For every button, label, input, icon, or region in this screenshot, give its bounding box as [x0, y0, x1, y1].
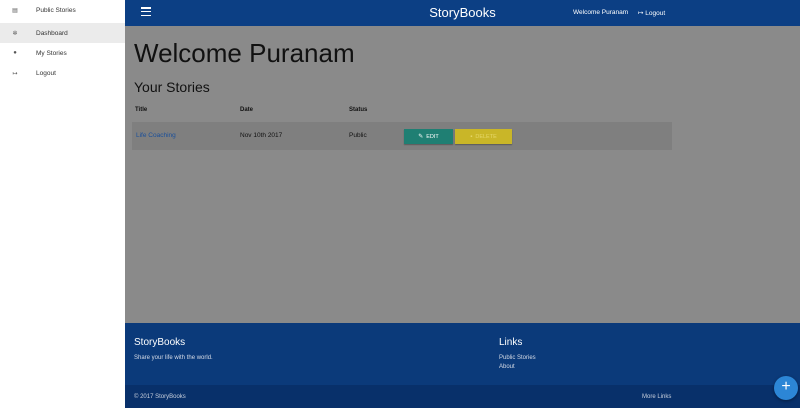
column-header-date: Date: [240, 107, 254, 113]
top-navbar: StoryBooks Welcome Puranam ↦ Logout: [125, 0, 800, 26]
delete-label: DELETE: [475, 133, 497, 140]
sidebar-item-label: Logout: [36, 69, 56, 77]
page-title: Welcome Puranam: [134, 38, 355, 68]
footer-copyright-bar: © 2017 StoryBooks More Links: [125, 385, 800, 408]
sidebar-item-label: My Stories: [36, 49, 67, 57]
logout-label: Logout: [645, 10, 666, 17]
footer-link-public-stories[interactable]: Public Stories: [499, 355, 536, 361]
sidebar-item-public-stories[interactable]: ▤ Public Stories: [0, 0, 125, 20]
delete-button[interactable]: ▪ DELETE: [455, 129, 512, 144]
more-links-link[interactable]: More Links: [642, 394, 671, 400]
main-content: Welcome Puranam Your Stories Title Date …: [125, 26, 800, 323]
footer-link-about[interactable]: About: [499, 364, 515, 370]
footer-brand: StoryBooks: [134, 337, 186, 348]
story-title-link[interactable]: Life Coaching: [136, 132, 176, 139]
sidebar-item-label: Dashboard: [36, 29, 68, 37]
add-story-button[interactable]: +: [774, 376, 798, 400]
footer: StoryBooks Share your life with the worl…: [125, 323, 800, 385]
sidebar-item-label: Public Stories: [36, 6, 76, 14]
sign-out-icon: ↦: [638, 10, 644, 17]
sign-out-icon: ↦: [12, 70, 18, 77]
column-header-status: Status: [349, 107, 368, 113]
sidebar-item-logout[interactable]: ↦ Logout: [0, 63, 125, 83]
welcome-text: Welcome Puranam: [573, 9, 629, 16]
story-date: Nov 10th 2017: [240, 132, 283, 139]
brand-logo[interactable]: StoryBooks: [125, 5, 800, 20]
table-row: [132, 122, 672, 150]
gear-icon: ✲: [12, 30, 18, 37]
footer-tagline: Share your life with the world.: [134, 355, 213, 361]
column-header-title: Title: [135, 107, 148, 113]
copyright-text: © 2017 StoryBooks: [134, 394, 186, 400]
sidebar-item-my-stories[interactable]: ● My Stories: [0, 43, 125, 63]
trash-icon: ▪: [470, 133, 473, 140]
sidebar-item-dashboard[interactable]: ✲ Dashboard: [0, 23, 125, 43]
user-icon: ●: [13, 50, 17, 56]
book-icon: ▤: [12, 7, 18, 14]
edit-label: EDIT: [426, 133, 439, 140]
footer-links-title: Links: [499, 337, 523, 348]
pencil-icon: ✎: [418, 134, 424, 140]
section-title: Your Stories: [134, 79, 210, 95]
plus-icon: +: [781, 378, 791, 395]
logout-link[interactable]: ↦ Logout: [638, 9, 665, 17]
edit-button[interactable]: ✎ EDIT: [404, 129, 453, 144]
sidebar: ▤ Public Stories ✲ Dashboard ● My Storie…: [0, 0, 125, 408]
story-status: Public: [349, 132, 367, 139]
